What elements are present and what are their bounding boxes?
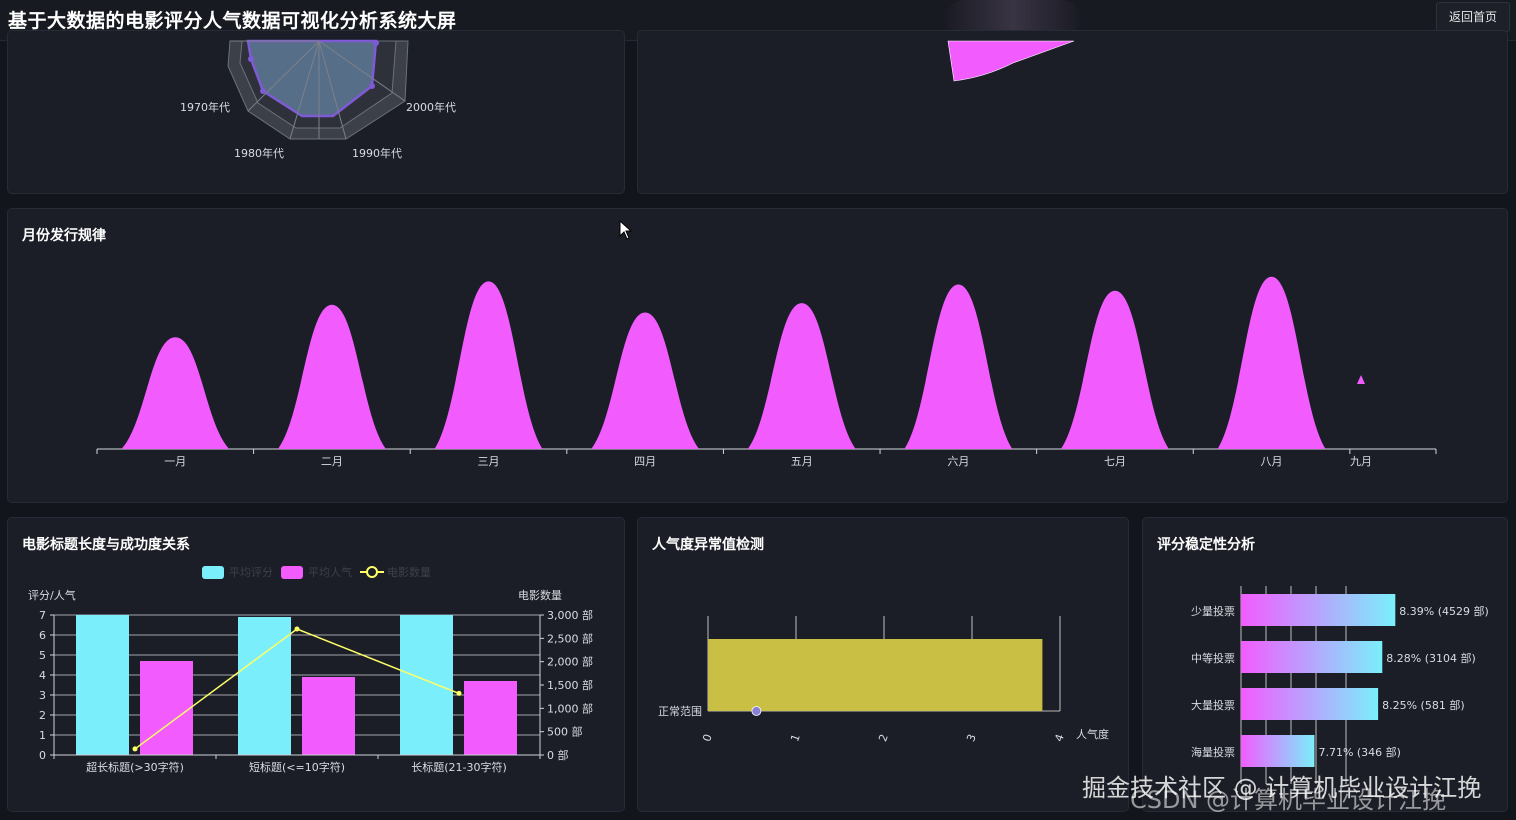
legend-label: 电影数量 — [387, 566, 431, 579]
month-area-peak — [121, 337, 230, 449]
bar-avg-rating — [400, 615, 453, 755]
radar-chart: 1970年代 2000年代 1980年代 1990年代 — [180, 39, 456, 160]
x-tick-label: 3 — [964, 732, 979, 743]
y-right-tick-label: 3,000 部 — [547, 608, 593, 622]
month-area-peak — [1060, 290, 1169, 449]
legend-label: 平均人气 — [308, 565, 352, 579]
x-tick-label: 0 — [700, 732, 715, 743]
radar-label-1990: 1990年代 — [352, 146, 402, 160]
outlier-point — [751, 706, 762, 716]
y-tick-label: 少量投票 — [1191, 604, 1235, 618]
outlier-panel: 人气度异常值检测 0 1 2 3 4 正常范围 人气度 — [637, 517, 1129, 812]
x-tick-label: 4 — [1052, 732, 1067, 743]
y-right-tick-label: 0 部 — [547, 748, 569, 762]
y-left-axis-label: 评分/人气 — [28, 588, 76, 602]
y-left-tick-label: 1 — [39, 729, 46, 742]
x-tick-label: 短标题(<=10字符) — [249, 760, 345, 774]
x-tick-label: 二月 — [321, 455, 343, 468]
month-area-peak — [277, 304, 386, 449]
radar-label-2000: 2000年代 — [406, 100, 456, 114]
y-right-tick-label: 1,000 部 — [547, 701, 593, 715]
y-tick-label: 大量投票 — [1191, 698, 1235, 712]
y-right-tick-label: 2,000 部 — [547, 655, 593, 669]
x-tick-label: 七月 — [1104, 455, 1126, 468]
page-title: 基于大数据的电影评分人气数据可视化分析系统大屏 — [8, 10, 457, 32]
month-area-peak — [434, 281, 543, 449]
bar-avg-popularity — [302, 677, 355, 755]
x-tick-label: 五月 — [791, 455, 813, 468]
rose-chart — [947, 40, 1075, 82]
legend-swatch — [281, 566, 303, 579]
x-tick-label: 九月 — [1350, 455, 1372, 468]
movie-count-point — [294, 626, 300, 632]
y-left-tick-label: 7 — [39, 609, 46, 622]
month-area-peak — [591, 312, 700, 449]
y-tick-label: 中等投票 — [1191, 651, 1235, 665]
radar-point — [260, 88, 266, 94]
legend-swatch — [202, 566, 224, 579]
x-axis-label: 人气度 — [1076, 727, 1109, 741]
legend-label: 平均评分 — [229, 566, 273, 579]
month-area-peak — [747, 303, 856, 449]
radar-label-1980: 1980年代 — [234, 146, 284, 160]
y-left-tick-label: 0 — [39, 749, 46, 762]
legend-marker — [366, 566, 378, 578]
x-tick-label: 1 — [788, 732, 803, 743]
x-tick-label: 超长标题(>30字符) — [86, 760, 184, 774]
stability-bar — [1241, 688, 1379, 720]
rose-slice — [947, 40, 1075, 82]
outlier-chart: 0 1 2 3 4 正常范围人气度 — [658, 616, 1109, 743]
bar-avg-popularity — [464, 681, 517, 755]
y-left-tick-label: 2 — [39, 709, 46, 722]
radar-point — [369, 83, 375, 89]
month-area-peak — [1357, 375, 1365, 384]
title-length-panel: 电影标题长度与成功度关系 平均评分 平均人气 电影数量 评分/人气 电影数量 0 1 2 3 4 5… — [7, 517, 625, 812]
radar-panel: 1970年代 2000年代 1980年代 1990年代 — [7, 30, 625, 194]
x-tick-label: 四月 — [634, 455, 656, 468]
stability-bar — [1241, 735, 1315, 767]
month-area-peak — [1217, 276, 1326, 449]
x-tick-label: 一月 — [164, 455, 186, 468]
bar-avg-rating — [76, 615, 129, 755]
movie-count-point — [456, 690, 462, 696]
y-left-tick-label: 4 — [39, 669, 46, 682]
normal-range-box — [708, 639, 1043, 711]
bar-avg-rating — [238, 617, 291, 755]
month-area-peak — [904, 284, 1013, 449]
month-release-panel: 月份发行规律 一月 二月 三月 四月 五月 六月 七月 八月 九月 — [7, 208, 1508, 503]
y-left-tick-label: 5 — [39, 649, 46, 662]
y-category-label: 正常范围 — [658, 704, 702, 718]
x-tick-label: 六月 — [947, 455, 969, 468]
y-right-tick-label: 500 部 — [547, 725, 583, 739]
pie-panel — [637, 30, 1508, 194]
y-left-tick-label: 3 — [39, 689, 46, 702]
x-tick-label: 长标题(21-30字符) — [411, 760, 507, 774]
movie-count-point — [132, 746, 138, 752]
bar-value-label: 8.39% (4529 部) — [1399, 604, 1489, 618]
y-right-axis-label: 电影数量 — [518, 589, 562, 602]
stability-bar — [1241, 641, 1383, 673]
stability-bar — [1241, 594, 1396, 626]
y-tick-label: 海量投票 — [1191, 745, 1235, 759]
watermark-csdn: CSDN @计算机毕业设计江挽 — [1130, 786, 1447, 814]
title-length-chart: 平均评分 平均人气 电影数量评分/人气 电影数量012345670 部500 部1,0… — [28, 565, 593, 774]
bar-value-label: 8.28% (3104 部) — [1386, 651, 1476, 665]
x-tick-label: 八月 — [1261, 455, 1283, 468]
bar-value-label: 7.71% (346 部) — [1318, 745, 1401, 759]
mouse-cursor-icon — [619, 220, 633, 240]
x-tick-label: 2 — [876, 732, 891, 743]
radar-point — [373, 40, 379, 46]
home-button[interactable]: 返回首页 — [1436, 2, 1510, 32]
y-left-tick-label: 6 — [39, 629, 46, 642]
y-right-tick-label: 2,500 部 — [547, 631, 593, 645]
radar-point — [248, 56, 254, 62]
bar-avg-popularity — [140, 661, 193, 755]
y-right-tick-label: 1,500 部 — [547, 678, 593, 692]
month-release-chart: 一月 二月 三月 四月 五月 六月 七月 八月 九月 — [96, 276, 1437, 468]
bar-value-label: 8.25% (581 部) — [1382, 698, 1465, 712]
radar-label-1970: 1970年代 — [180, 100, 230, 114]
x-tick-label: 三月 — [478, 455, 500, 468]
